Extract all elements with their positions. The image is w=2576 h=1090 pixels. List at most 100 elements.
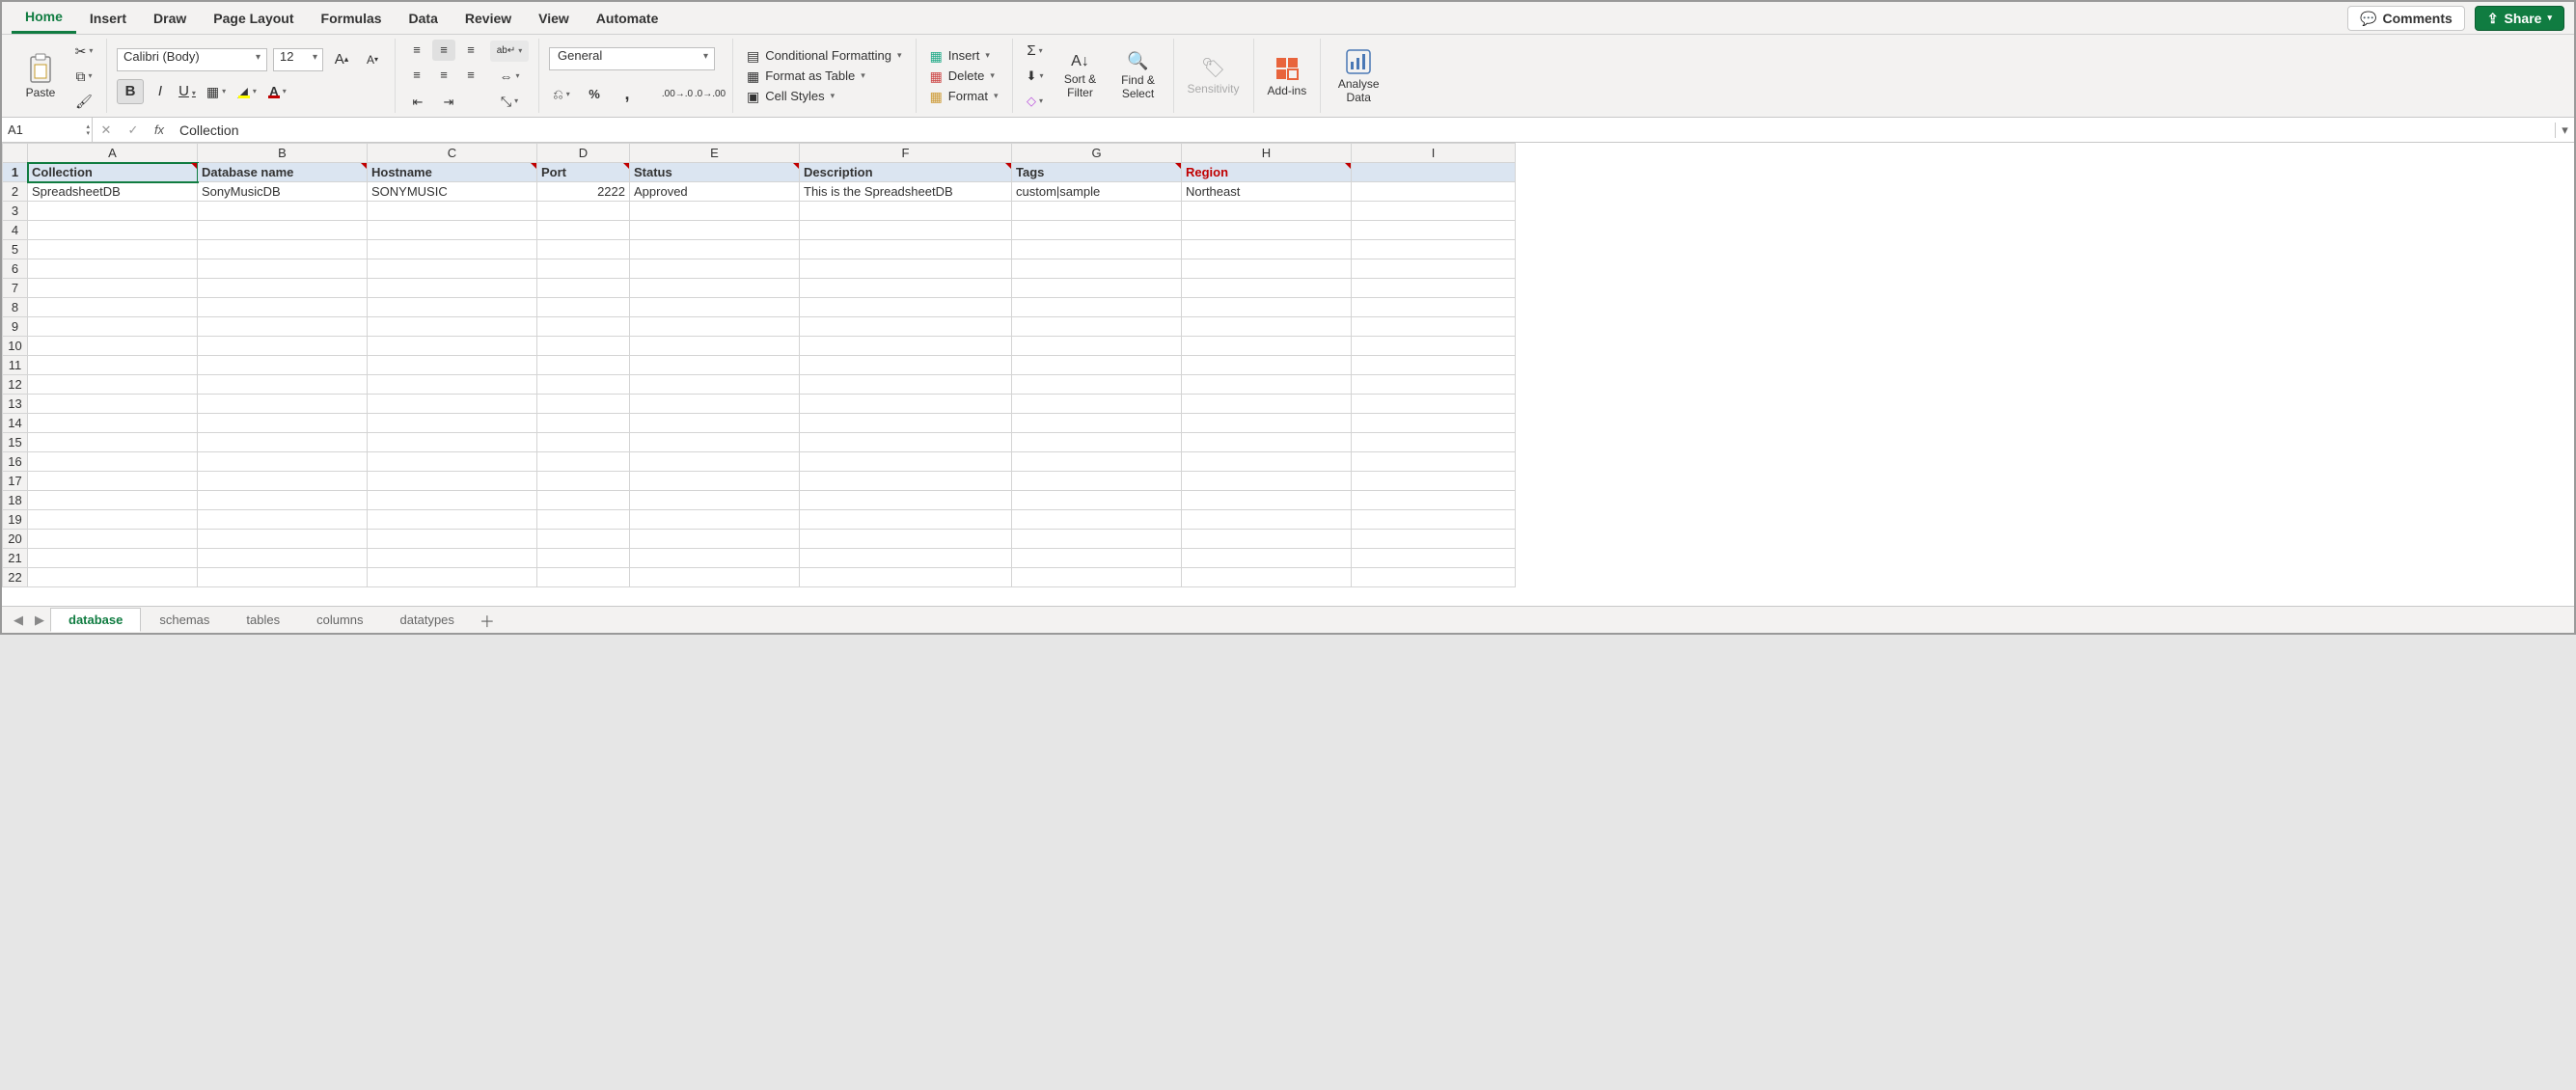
cell-C21[interactable] xyxy=(368,549,537,568)
cell-B6[interactable] xyxy=(198,259,368,279)
cell-H10[interactable] xyxy=(1182,337,1352,356)
cell-A3[interactable] xyxy=(28,202,198,221)
cell-I14[interactable] xyxy=(1352,414,1516,433)
increase-decimal-button[interactable]: .00→.0 xyxy=(665,84,690,105)
cell-I22[interactable] xyxy=(1352,568,1516,587)
cell-I7[interactable] xyxy=(1352,279,1516,298)
cell-E6[interactable] xyxy=(630,259,800,279)
cell-B7[interactable] xyxy=(198,279,368,298)
cell-D4[interactable] xyxy=(537,221,630,240)
cell-G12[interactable] xyxy=(1012,375,1182,395)
cell-G3[interactable] xyxy=(1012,202,1182,221)
col-header-I[interactable]: I xyxy=(1352,144,1516,163)
row-header-15[interactable]: 15 xyxy=(3,433,28,452)
cell-F1[interactable]: Description xyxy=(800,163,1012,182)
cell-H13[interactable] xyxy=(1182,395,1352,414)
border-button[interactable]: ▦ xyxy=(204,81,229,102)
find-select-button[interactable]: 🔍 Find & Select xyxy=(1113,51,1164,100)
merge-button[interactable]: ⇔ xyxy=(490,66,529,87)
cell-D1[interactable]: Port xyxy=(537,163,630,182)
row-header-10[interactable]: 10 xyxy=(3,337,28,356)
cell-C8[interactable] xyxy=(368,298,537,317)
cell-G15[interactable] xyxy=(1012,433,1182,452)
addins-button[interactable]: Add-ins xyxy=(1264,55,1311,97)
cell-G10[interactable] xyxy=(1012,337,1182,356)
cell-C11[interactable] xyxy=(368,356,537,375)
cell-C20[interactable] xyxy=(368,530,537,549)
cell-B12[interactable] xyxy=(198,375,368,395)
ribbon-tab-automate[interactable]: Automate xyxy=(583,2,672,34)
cell-D15[interactable] xyxy=(537,433,630,452)
cell-H18[interactable] xyxy=(1182,491,1352,510)
cell-C22[interactable] xyxy=(368,568,537,587)
row-header-6[interactable]: 6 xyxy=(3,259,28,279)
cell-I17[interactable] xyxy=(1352,472,1516,491)
cell-F8[interactable] xyxy=(800,298,1012,317)
cell-F13[interactable] xyxy=(800,395,1012,414)
row-header-3[interactable]: 3 xyxy=(3,202,28,221)
cell-H19[interactable] xyxy=(1182,510,1352,530)
cell-F10[interactable] xyxy=(800,337,1012,356)
cell-F17[interactable] xyxy=(800,472,1012,491)
cell-D12[interactable] xyxy=(537,375,630,395)
sort-filter-button[interactable]: A↓ Sort & Filter xyxy=(1055,53,1106,99)
cell-G13[interactable] xyxy=(1012,395,1182,414)
comments-button[interactable]: 💬 Comments xyxy=(2347,6,2465,31)
formula-input[interactable]: Collection xyxy=(172,123,2555,138)
autosum-button[interactable]: Σ xyxy=(1023,41,1048,62)
cell-F12[interactable] xyxy=(800,375,1012,395)
font-color-button[interactable]: A xyxy=(265,81,290,102)
cell-E10[interactable] xyxy=(630,337,800,356)
cell-H11[interactable] xyxy=(1182,356,1352,375)
cell-D5[interactable] xyxy=(537,240,630,259)
cell-C7[interactable] xyxy=(368,279,537,298)
cell-F15[interactable] xyxy=(800,433,1012,452)
cell-F7[interactable] xyxy=(800,279,1012,298)
cell-D9[interactable] xyxy=(537,317,630,337)
col-header-H[interactable]: H xyxy=(1182,144,1352,163)
cell-H22[interactable] xyxy=(1182,568,1352,587)
cell-B16[interactable] xyxy=(198,452,368,472)
cell-B14[interactable] xyxy=(198,414,368,433)
cell-A4[interactable] xyxy=(28,221,198,240)
cell-B4[interactable] xyxy=(198,221,368,240)
analyse-data-button[interactable]: Analyse Data xyxy=(1330,48,1386,104)
cell-G19[interactable] xyxy=(1012,510,1182,530)
cell-C6[interactable] xyxy=(368,259,537,279)
row-header-18[interactable]: 18 xyxy=(3,491,28,510)
cell-E2[interactable]: Approved xyxy=(630,182,800,202)
decrease-indent-button[interactable]: ⇤ xyxy=(405,92,430,113)
align-bottom-button[interactable]: ≡ xyxy=(459,40,482,61)
cell-F16[interactable] xyxy=(800,452,1012,472)
row-header-17[interactable]: 17 xyxy=(3,472,28,491)
cell-C16[interactable] xyxy=(368,452,537,472)
orientation-button[interactable]: ⤡ xyxy=(490,91,529,112)
cell-B17[interactable] xyxy=(198,472,368,491)
cell-B11[interactable] xyxy=(198,356,368,375)
cell-F21[interactable] xyxy=(800,549,1012,568)
cell-C14[interactable] xyxy=(368,414,537,433)
cell-H7[interactable] xyxy=(1182,279,1352,298)
cell-I2[interactable] xyxy=(1352,182,1516,202)
row-header-22[interactable]: 22 xyxy=(3,568,28,587)
percent-button[interactable]: % xyxy=(582,84,607,105)
cell-H12[interactable] xyxy=(1182,375,1352,395)
cell-G22[interactable] xyxy=(1012,568,1182,587)
col-header-B[interactable]: B xyxy=(198,144,368,163)
cell-D19[interactable] xyxy=(537,510,630,530)
cell-I21[interactable] xyxy=(1352,549,1516,568)
name-box[interactable]: A1 ▴▾ xyxy=(2,118,93,142)
cell-H9[interactable] xyxy=(1182,317,1352,337)
ribbon-tab-data[interactable]: Data xyxy=(396,2,452,34)
cell-G7[interactable] xyxy=(1012,279,1182,298)
col-header-G[interactable]: G xyxy=(1012,144,1182,163)
sheet-tab-datatypes[interactable]: datatypes xyxy=(382,608,473,632)
cell-C4[interactable] xyxy=(368,221,537,240)
row-header-4[interactable]: 4 xyxy=(3,221,28,240)
cell-E17[interactable] xyxy=(630,472,800,491)
cell-F19[interactable] xyxy=(800,510,1012,530)
cell-B10[interactable] xyxy=(198,337,368,356)
align-right-button[interactable]: ≡ xyxy=(459,65,482,86)
cell-D22[interactable] xyxy=(537,568,630,587)
cell-D17[interactable] xyxy=(537,472,630,491)
